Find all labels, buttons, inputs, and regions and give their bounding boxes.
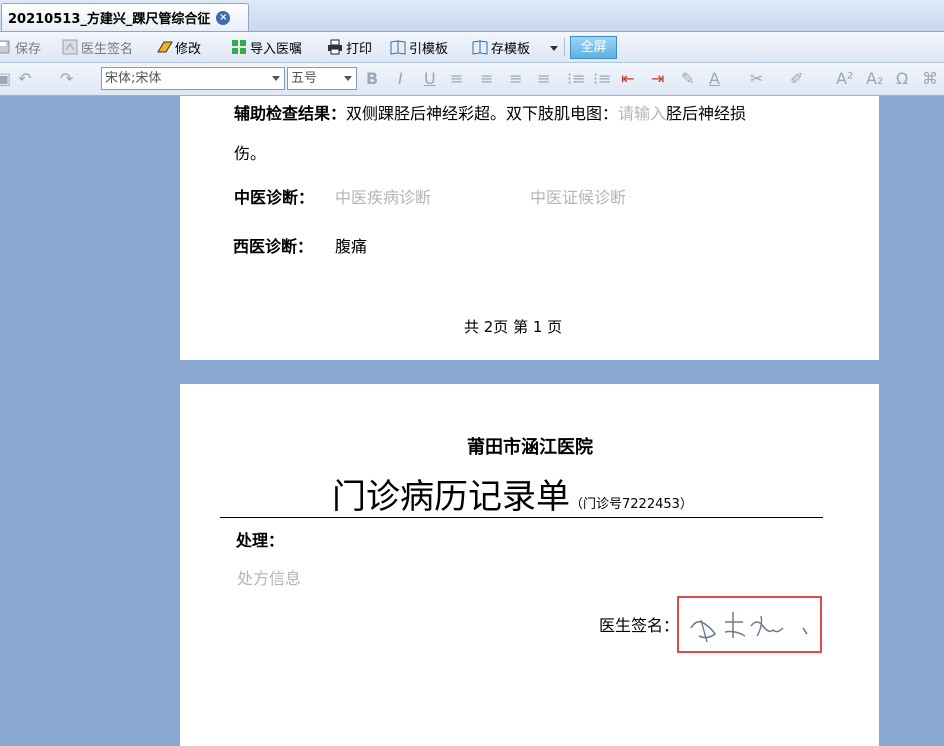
font-size-value: 五号 — [291, 71, 318, 86]
special-char-icon[interactable]: Ω — [896, 70, 908, 88]
italic-icon[interactable]: I — [398, 70, 403, 88]
use-template-label: 引模板 — [409, 41, 449, 57]
bullet-list-icon[interactable]: ⁝≡ — [593, 70, 612, 88]
subscript-icon[interactable]: A₂ — [866, 70, 883, 88]
chevron-down-icon — [272, 76, 280, 81]
save-template-button[interactable]: 存模板 — [472, 36, 530, 58]
tab-strip: 20210513_方建兴_踝尺管综合征 × — [0, 0, 944, 32]
save-template-label: 存模板 — [491, 41, 531, 57]
aux-exam-placeholder[interactable]: 请输入 — [618, 104, 666, 123]
book-icon — [472, 39, 488, 55]
page-footer: 共 2页 第 1 页 — [464, 318, 563, 336]
aux-exam-line-2: 伤。 — [234, 144, 267, 163]
font-color-icon[interactable]: A — [709, 70, 720, 88]
tcm-disease-field[interactable]: 中医疾病诊断 — [335, 187, 431, 209]
main-toolbar: 保存 医生签名 修改 导入医嘱 打印 引模板 存模板 全屏 — [0, 32, 944, 63]
import-order-button[interactable]: 导入医嘱 — [231, 36, 302, 58]
aux-exam-text-2: 胫后神经损 — [666, 104, 747, 123]
indent-icon[interactable]: ⇥ — [651, 70, 664, 88]
tcm-diagnosis-line: 中医诊断： — [234, 187, 314, 209]
print-button[interactable]: 打印 — [327, 36, 372, 58]
aux-exam-line[interactable]: 辅助检查结果：双侧踝胫后神经彩超。双下肢肌电图：请输入胫后神经损 — [234, 103, 746, 125]
edit-button[interactable]: 修改 — [156, 36, 201, 58]
numbered-list-icon[interactable]: ⁝≡ — [567, 70, 586, 88]
save-label: 保存 — [15, 41, 42, 57]
save-small-icon[interactable]: ▣ — [0, 70, 11, 88]
aux-exam-text: 双侧踝胫后神经彩超。双下肢肌电图： — [346, 104, 619, 123]
record-title: 门诊病历记录单 — [332, 477, 570, 517]
clear-format-icon[interactable]: ✂ — [750, 70, 763, 88]
document-page-1: 辅助检查结果：双侧踝胫后神经彩超。双下肢肌电图：请输入胫后神经损 伤。 中医诊断… — [180, 96, 879, 360]
font-family-select[interactable]: 宋体;宋体 — [101, 67, 285, 90]
format-toolbar: ▣ ↶ ↷ 宋体;宋体 五号 B I U ≡ ≡ ≡ ≡ ⁝≡ ⁝≡ ⇤ ⇥ ✎… — [0, 63, 944, 96]
superscript-icon[interactable]: A² — [836, 70, 853, 88]
bold-icon[interactable]: B — [366, 70, 378, 88]
title-divider — [220, 517, 823, 518]
align-center-icon[interactable]: ≡ — [480, 70, 493, 88]
template-dropdown[interactable] — [550, 36, 558, 58]
doctor-sign-label: 医生签名： — [599, 616, 680, 635]
edit-label: 修改 — [175, 41, 202, 57]
prescription-field[interactable]: 处方信息 — [237, 568, 301, 590]
import-order-icon — [231, 39, 247, 55]
pencil-icon — [156, 39, 173, 55]
import-order-label: 导入医嘱 — [250, 41, 303, 57]
more-icon[interactable]: ⌘ — [922, 70, 938, 88]
underline-icon[interactable]: U — [424, 70, 436, 88]
doctor-sign-icon — [62, 39, 78, 55]
signature-image — [690, 612, 808, 643]
record-number: （门诊号7222453） — [570, 497, 693, 512]
aux-exam-label: 辅助检查结果： — [234, 104, 347, 123]
book-icon — [390, 39, 406, 55]
doctor-sign-label: 医生签名 — [81, 41, 134, 57]
justify-icon[interactable]: ≡ — [537, 70, 550, 88]
printer-icon — [327, 39, 343, 55]
close-icon[interactable]: × — [216, 10, 231, 25]
toolbar-divider — [564, 38, 565, 56]
brush-icon[interactable]: ✎ — [681, 70, 694, 88]
document-page-2: 莆田市涵江医院 门诊病历记录单（门诊号7222453） 处理： 处方信息 医生签… — [180, 384, 879, 746]
outdent-icon[interactable]: ⇤ — [621, 70, 634, 88]
font-size-select[interactable]: 五号 — [287, 67, 357, 90]
tcm-syndrome-field[interactable]: 中医证候诊断 — [530, 187, 626, 209]
treatment-label: 处理： — [236, 531, 285, 550]
chevron-down-icon — [344, 76, 352, 81]
align-left-icon[interactable]: ≡ — [450, 70, 463, 88]
tab-title: 20210513_方建兴_踝尺管综合征 — [8, 12, 211, 27]
doctor-signature[interactable] — [677, 596, 822, 653]
highlight-icon[interactable]: ✐ — [790, 70, 803, 88]
document-tab[interactable]: 20210513_方建兴_踝尺管综合征 × — [1, 3, 249, 31]
wm-diagnosis-value[interactable]: 腹痛 — [335, 236, 367, 258]
wm-diagnosis-label: 西医诊断： — [233, 237, 314, 256]
doctor-sign-button[interactable]: 医生签名 — [62, 36, 133, 58]
align-right-icon[interactable]: ≡ — [509, 70, 522, 88]
fullscreen-button[interactable]: 全屏 — [570, 36, 617, 59]
print-label: 打印 — [346, 41, 373, 57]
use-template-button[interactable]: 引模板 — [390, 36, 448, 58]
tcm-diagnosis-label: 中医诊断： — [234, 188, 315, 207]
redo-icon[interactable]: ↷ — [60, 70, 73, 88]
wm-diagnosis-line: 西医诊断： — [233, 236, 313, 258]
save-button[interactable]: 保存 — [0, 36, 41, 58]
undo-icon[interactable]: ↶ — [18, 70, 31, 88]
chevron-down-icon — [550, 45, 558, 51]
save-icon — [0, 39, 12, 55]
font-family-value: 宋体;宋体 — [105, 71, 162, 86]
hospital-name: 莆田市涵江医院 — [467, 437, 593, 458]
